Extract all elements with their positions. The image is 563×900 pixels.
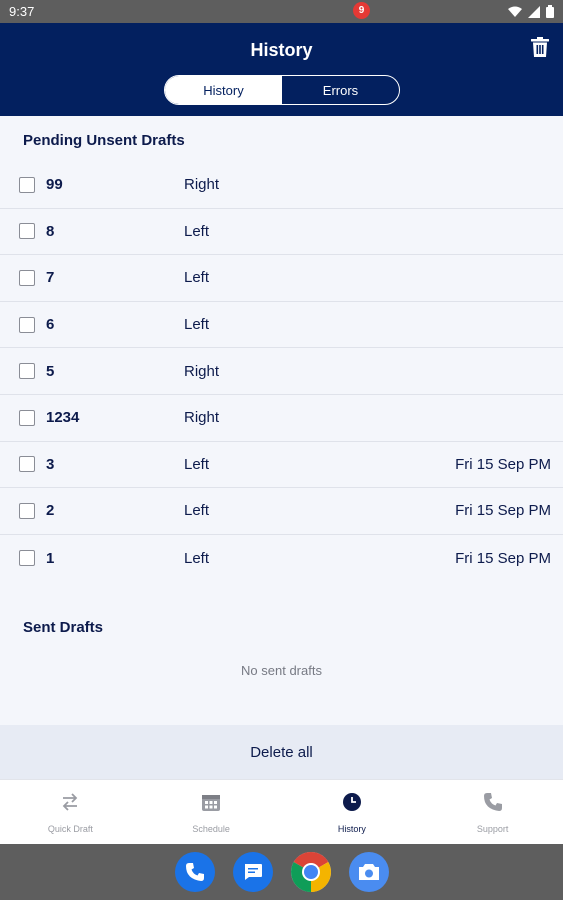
battery-icon (546, 5, 554, 18)
draft-checkbox[interactable] (19, 176, 35, 193)
draft-side: Left (184, 316, 210, 334)
nav-schedule[interactable]: Schedule (141, 780, 282, 844)
nav-label: Support (476, 824, 509, 834)
clock-icon (340, 790, 364, 814)
draft-row[interactable]: 7 Left (0, 255, 563, 302)
draft-date: Fri 15 Sep PM (455, 549, 551, 567)
sent-section-title: Sent Drafts (23, 619, 104, 636)
swap-arrows-icon (58, 790, 82, 814)
system-dock (0, 844, 563, 900)
draft-date: Fri 15 Sep PM (455, 455, 551, 473)
draft-checkbox[interactable] (19, 502, 35, 519)
pending-drafts-list: 99 Right 8 Left 7 Left 6 Left 5 Right 12… (0, 162, 563, 581)
bottom-nav: Quick Draft Schedule History Support (0, 779, 563, 844)
page-title: History (250, 40, 313, 60)
draft-side: Left (184, 269, 210, 287)
phone-app-icon[interactable] (175, 852, 215, 892)
draft-side: Left (184, 502, 210, 520)
draft-side: Left (184, 222, 210, 240)
draft-checkbox[interactable] (19, 409, 35, 426)
draft-row[interactable]: 99 Right (0, 162, 563, 209)
nav-label: History (337, 824, 366, 834)
draft-row[interactable]: 6 Left (0, 302, 563, 349)
tab-history[interactable]: History (165, 76, 282, 104)
history-content: Pending Unsent Drafts 99 Right 8 Left 7 … (0, 116, 563, 725)
empty-message: No sent drafts (241, 663, 322, 678)
calendar-icon (199, 790, 223, 814)
draft-row[interactable]: 5 Right (0, 348, 563, 395)
nav-label: Quick Draft (47, 824, 93, 834)
draft-number: 3 (46, 455, 55, 473)
draft-number: 5 (46, 362, 55, 380)
camera-app-icon[interactable] (349, 852, 389, 892)
trash-icon (531, 37, 549, 57)
status-icons (508, 5, 554, 18)
delete-button[interactable] (531, 37, 551, 59)
draft-number: 6 (46, 316, 55, 334)
nav-history[interactable]: History (282, 780, 423, 844)
app-header: History History Errors (0, 23, 563, 116)
draft-row[interactable]: 1234 Right (0, 395, 563, 442)
draft-row[interactable]: 8 Left (0, 209, 563, 256)
phone-icon (481, 790, 505, 814)
draft-checkbox[interactable] (19, 269, 35, 286)
chrome-app-icon[interactable] (291, 852, 331, 892)
nav-quick-draft[interactable]: Quick Draft (0, 780, 141, 844)
pending-section-title: Pending Unsent Drafts (23, 132, 185, 149)
draft-checkbox[interactable] (19, 363, 35, 380)
history-errors-toggle: History Errors (164, 75, 400, 105)
signal-icon (528, 5, 540, 18)
draft-side: Left (184, 549, 210, 567)
tab-errors[interactable]: Errors (282, 76, 399, 104)
nav-label: Schedule (192, 824, 230, 834)
nav-support[interactable]: Support (422, 780, 563, 844)
draft-number: 1234 (46, 409, 80, 427)
status-bar: 9:37 (0, 0, 563, 23)
draft-number: 7 (46, 269, 55, 287)
draft-side: Right (184, 409, 220, 427)
draft-date: Fri 15 Sep PM (455, 502, 551, 520)
draft-side: Right (184, 176, 220, 194)
messages-app-icon[interactable] (233, 852, 273, 892)
draft-checkbox[interactable] (19, 550, 35, 567)
draft-number: 8 (46, 222, 55, 240)
draft-number: 2 (46, 502, 55, 520)
draft-checkbox[interactable] (19, 316, 35, 333)
draft-number: 99 (46, 176, 63, 194)
draft-number: 1 (46, 549, 55, 567)
history-count-badge: 9 (353, 2, 370, 19)
status-time: 9:37 (9, 4, 35, 19)
draft-checkbox[interactable] (19, 223, 35, 240)
draft-row[interactable]: 1 Left Fri 15 Sep PM (0, 535, 563, 582)
wifi-icon (508, 6, 522, 17)
draft-side: Left (184, 455, 210, 473)
draft-checkbox[interactable] (19, 456, 35, 473)
draft-row[interactable]: 2 Left Fri 15 Sep PM (0, 488, 563, 535)
delete-all-button[interactable]: Delete all (0, 725, 563, 779)
draft-side: Right (184, 362, 220, 380)
draft-row[interactable]: 3 Left Fri 15 Sep PM (0, 442, 563, 489)
